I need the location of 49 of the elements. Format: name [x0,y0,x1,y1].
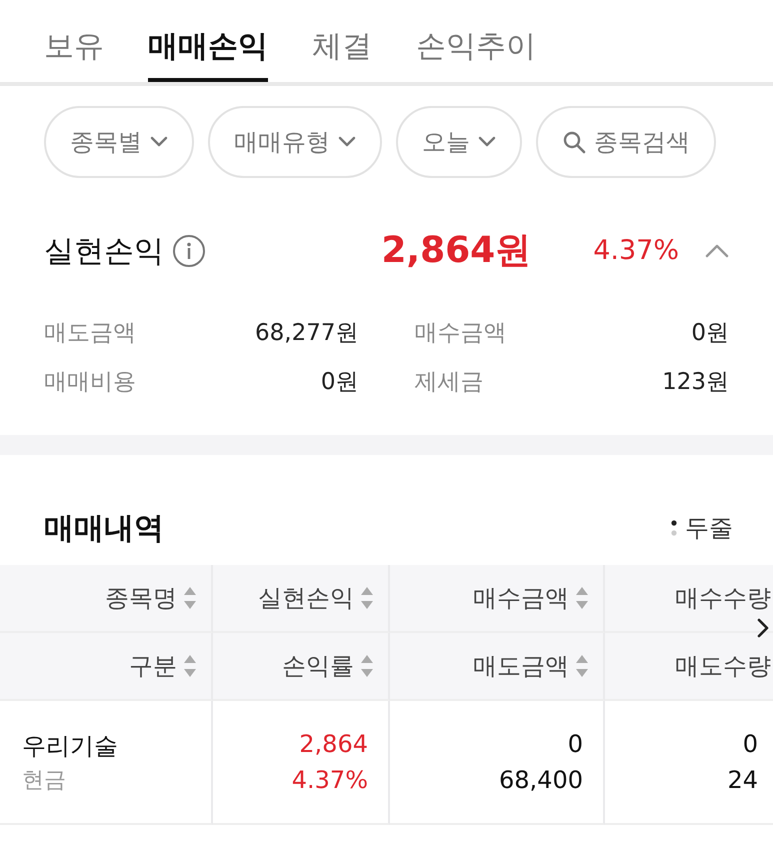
table-cell-text: 0 [742,729,758,760]
collapse-toggle[interactable] [705,244,729,258]
sort-icon [183,586,197,610]
sort-icon [183,654,197,678]
detail-label: 매매비용 [44,368,136,396]
info-button[interactable] [172,234,206,268]
sort-icon [575,654,589,678]
table-cell-text: 0 [568,729,583,760]
sort-icon [360,654,374,678]
realized-rate: 4.37% [593,234,679,268]
detail-value: 0원 [691,319,729,348]
table-cell-text: 4.37% [292,765,368,796]
table-cell-text: 현금 [22,766,66,794]
sort-icon [575,586,589,610]
table-cell-text: 24 [727,765,758,796]
column-header[interactable]: 실현손익 [213,565,390,633]
detail-label: 제세금 [414,368,484,396]
detail-value: 0원 [320,368,358,396]
section-title: 매매내역 [44,510,164,548]
column-header[interactable]: 종목명 [0,565,213,633]
chevron-down-icon [478,136,496,148]
tab[interactable]: 보유 [44,0,104,82]
detail-label: 매수금액 [414,319,506,348]
filter-chip[interactable]: 오늘 [396,106,522,178]
column-header[interactable]: 손익률 [213,633,390,701]
chevron-down-icon [150,136,168,148]
tab[interactable]: 체결 [312,0,372,82]
tab[interactable]: 손익추이 [416,0,536,82]
detail-value: 123원 [662,368,729,396]
search-icon [562,130,586,154]
summary-title: 실현손익 [44,232,164,270]
table-cell-text: 68,400 [499,765,583,796]
detail-value: 68,277원 [255,319,358,348]
column-header[interactable]: 구분 [0,633,213,701]
column-header[interactable]: 매수금액 [390,565,605,633]
column-header[interactable]: 매도수량 [605,633,773,701]
table-cell-text: 우리기술 [22,730,118,762]
detail-label: 매도금액 [44,319,136,348]
realized-amount: 2,864원 [381,229,532,273]
table-cell-text: 2,864 [299,729,368,760]
chevron-down-icon [338,136,356,148]
filter-chip[interactable]: 종목검색 [536,106,716,178]
column-header[interactable]: 매도금액 [390,633,605,701]
filter-chip[interactable]: 매매유형 [208,106,382,178]
tab[interactable]: 매매손익 [148,0,268,82]
filter-chip[interactable]: 종목별 [44,106,194,178]
row-toggle-button[interactable]: 두줄 [671,510,733,546]
column-header[interactable]: 매수수량 [605,565,773,633]
sort-icon [360,586,374,610]
